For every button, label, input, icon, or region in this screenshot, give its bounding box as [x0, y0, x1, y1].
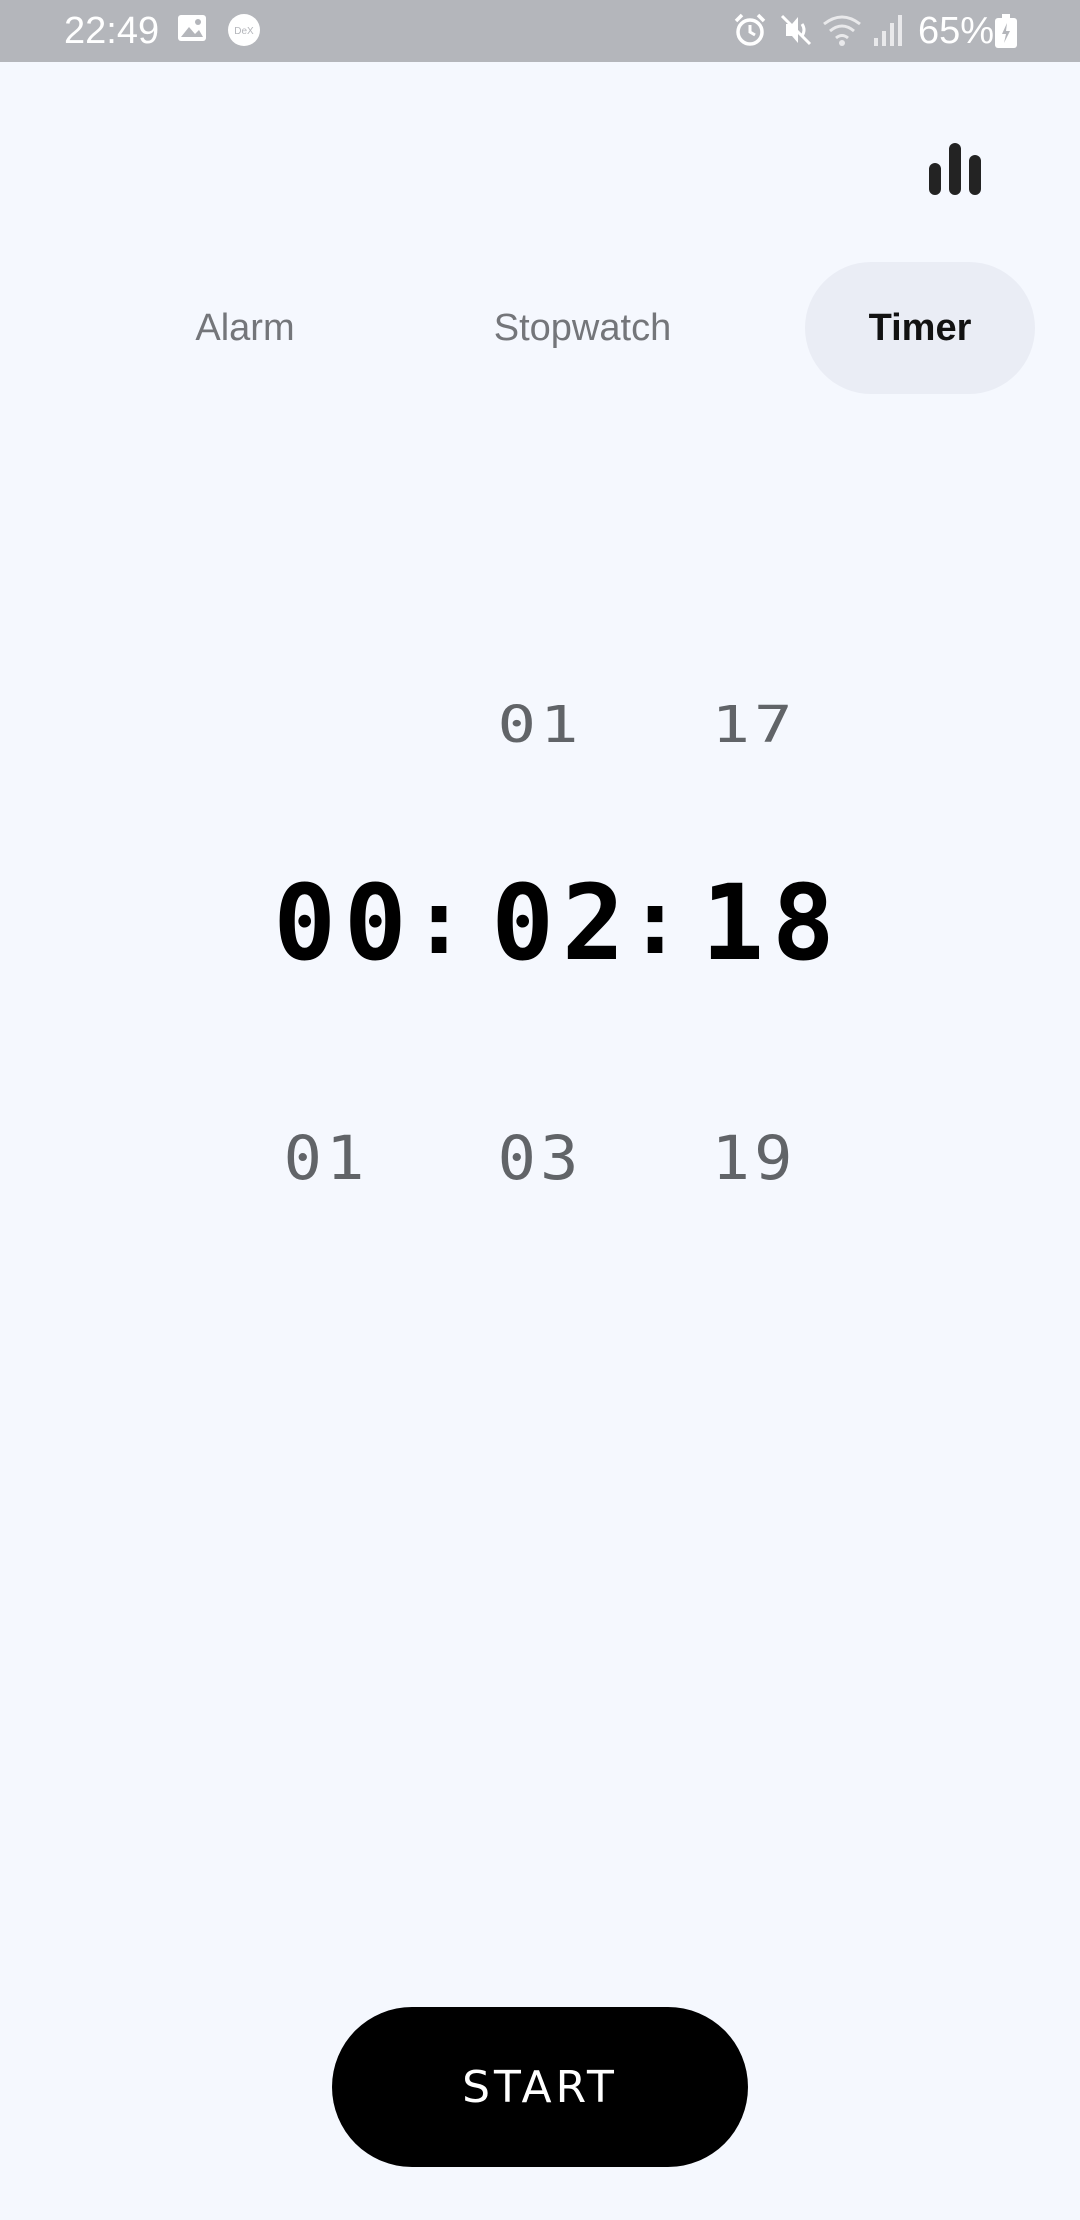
svg-text:DeX: DeX	[234, 26, 254, 37]
timer-screen: 22:49 DeX 65% Alarm Stopwatch Timer 01 1…	[0, 0, 1080, 2220]
next-seconds[interactable]: 19	[674, 1126, 834, 1193]
picker-next-row: 01 03 19	[0, 1124, 1080, 1204]
signal-icon	[870, 12, 906, 53]
wifi-icon	[822, 12, 862, 53]
battery-percentage: 65%	[918, 10, 995, 52]
current-seconds[interactable]: 18	[672, 868, 872, 978]
mute-icon	[778, 12, 814, 53]
status-bar: 22:49 DeX 65%	[0, 0, 1080, 62]
battery-icon	[994, 14, 1018, 53]
gallery-icon	[176, 12, 208, 49]
tab-stopwatch[interactable]: Stopwatch	[460, 262, 705, 394]
hours-minutes-separator: :	[412, 870, 467, 975]
bar-chart-icon	[929, 143, 981, 195]
picker-previous-row: 01 17	[0, 690, 1080, 760]
next-minutes[interactable]: 03	[460, 1126, 620, 1193]
next-hours[interactable]: 01	[246, 1126, 406, 1193]
tab-alarm[interactable]: Alarm	[150, 262, 340, 394]
picker-current-row: 00 : 02 : 18	[0, 868, 1080, 978]
dex-icon: DeX	[226, 12, 262, 53]
previous-seconds[interactable]: 17	[674, 697, 834, 753]
alarm-icon	[732, 12, 768, 53]
mode-tabs: Alarm Stopwatch Timer	[0, 262, 1080, 394]
start-button[interactable]: START	[332, 2007, 748, 2167]
previous-minutes[interactable]: 01	[460, 697, 620, 753]
stats-button[interactable]	[910, 124, 1000, 214]
minutes-seconds-separator: :	[628, 870, 683, 975]
status-time: 22:49	[64, 10, 160, 52]
tab-timer[interactable]: Timer	[805, 262, 1035, 394]
